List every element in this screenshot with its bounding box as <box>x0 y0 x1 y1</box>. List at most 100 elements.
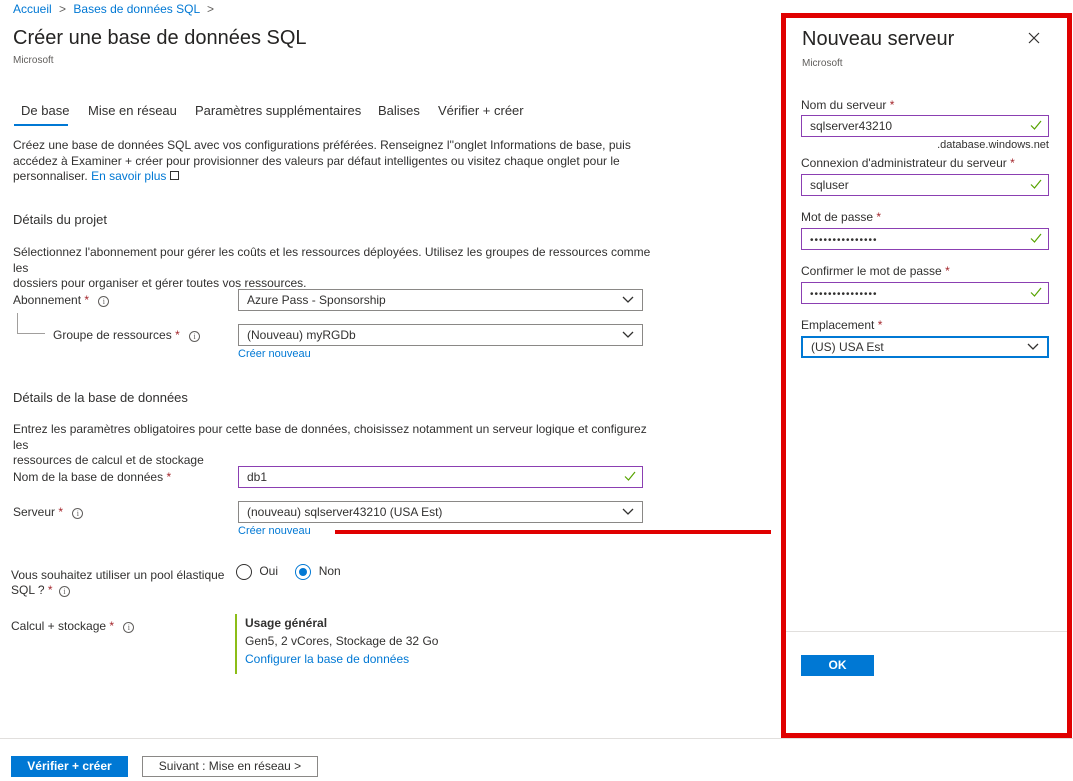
page-title: Créer une base de données SQL <box>13 27 307 49</box>
elastic-pool-radio-group: Oui Non <box>236 564 341 580</box>
info-icon[interactable]: i <box>98 296 110 307</box>
chevron-down-icon <box>1027 343 1039 350</box>
admin-login-label-text: Connexion d'administrateur du serveur <box>801 156 1007 170</box>
server-select[interactable]: (nouveau) sqlserver43210 (USA Est) <box>238 501 643 523</box>
panel-title: Nouveau serveur <box>802 28 955 50</box>
server-domain-suffix: .database.windows.net <box>937 139 1049 151</box>
tab-review-create[interactable]: Vérifier + créer <box>438 103 524 118</box>
intro-text: Créez une base de données SQL avec vos c… <box>13 138 633 185</box>
confirm-password-label-text: Confirmer le mot de passe <box>801 264 942 278</box>
location-value: (US) USA Est <box>811 340 884 354</box>
subscription-label-text: Abonnement <box>13 293 82 307</box>
subscription-label: Abonnement * i <box>13 293 110 307</box>
server-name-label-text: Nom du serveur <box>801 98 887 112</box>
review-create-button[interactable]: Vérifier + créer <box>11 756 128 777</box>
database-name-label: Nom de la base de données * <box>13 470 171 484</box>
panel-footer-divider <box>786 631 1067 632</box>
server-label-text: Serveur <box>13 505 56 519</box>
required-marker: * <box>876 210 882 224</box>
confirm-password-value: ••••••••••••••• <box>810 289 878 300</box>
intro-line-2: accédez à Examiner + créer pour provisio… <box>13 153 620 168</box>
highlight-connector-line <box>335 530 771 534</box>
breadcrumb-sql-databases[interactable]: Bases de données SQL <box>73 2 199 16</box>
confirm-password-label: Confirmer le mot de passe * <box>801 264 950 278</box>
tab-tags[interactable]: Balises <box>378 103 420 118</box>
chevron-down-icon <box>622 331 634 338</box>
compute-description: Gen5, 2 vCores, Stockage de 32 Go <box>245 634 439 648</box>
subscription-value: Azure Pass - Sponsorship <box>247 293 386 307</box>
required-marker: * <box>58 505 64 519</box>
admin-login-value: sqluser <box>810 178 849 192</box>
check-icon <box>1030 179 1042 189</box>
check-icon <box>624 471 636 481</box>
compute-summary: Usage général Gen5, 2 vCores, Stockage d… <box>235 614 438 674</box>
check-icon <box>1030 287 1042 297</box>
close-icon[interactable] <box>1028 32 1040 44</box>
database-name-input[interactable]: db1 <box>238 466 643 488</box>
server-name-input[interactable]: sqlserver43210 <box>801 115 1049 137</box>
create-resource-group-link[interactable]: Créer nouveau <box>238 348 311 360</box>
resource-group-value: (Nouveau) myRGDb <box>247 328 356 342</box>
location-select[interactable]: (US) USA Est <box>801 336 1049 358</box>
required-marker: * <box>1010 156 1015 170</box>
external-link-icon <box>169 171 179 180</box>
intro-line-3: personnaliser. <box>13 169 88 183</box>
password-label-text: Mot de passe <box>801 210 874 224</box>
required-marker: * <box>109 619 115 633</box>
next-networking-button[interactable]: Suivant : Mise en réseau > <box>142 756 318 777</box>
check-icon <box>1030 233 1042 243</box>
database-desc-line-1: Entrez les paramètres obligatoires pour … <box>13 422 647 452</box>
elastic-pool-yes-label: Oui <box>259 564 279 579</box>
elastic-pool-label: Vous souhaitez utiliser un pool élastiqu… <box>11 568 224 598</box>
tab-networking[interactable]: Mise en réseau <box>88 103 177 118</box>
breadcrumb: Accueil > Bases de données SQL > <box>13 2 214 16</box>
check-icon <box>1030 120 1042 130</box>
admin-login-input[interactable]: sqluser <box>801 174 1049 196</box>
required-marker: * <box>889 98 895 112</box>
project-details-title: Détails du projet <box>13 212 107 227</box>
password-input[interactable]: ••••••••••••••• <box>801 228 1049 250</box>
info-icon[interactable]: i <box>58 586 70 597</box>
panel-subtitle: Microsoft <box>802 58 843 69</box>
compute-storage-label-text: Calcul + stockage <box>11 619 107 633</box>
database-details-desc: Entrez les paramètres obligatoires pour … <box>13 422 653 469</box>
chevron-down-icon <box>622 296 634 303</box>
breadcrumb-separator: > <box>207 2 215 16</box>
learn-more-link[interactable]: En savoir plus <box>91 169 166 183</box>
elastic-pool-label-line-2: SQL ? <box>11 583 45 597</box>
page-subtitle: Microsoft <box>13 55 54 66</box>
create-server-link[interactable]: Créer nouveau <box>238 525 311 537</box>
admin-login-label: Connexion d'administrateur du serveur * <box>801 156 1015 170</box>
location-label-text: Emplacement <box>801 318 875 332</box>
elastic-pool-label-line-1: Vous souhaitez utiliser un pool élastiqu… <box>11 568 225 582</box>
server-name-value: sqlserver43210 <box>810 119 893 133</box>
confirm-password-input[interactable]: ••••••••••••••• <box>801 282 1049 304</box>
breadcrumb-home[interactable]: Accueil <box>13 2 52 16</box>
elastic-pool-no-radio[interactable] <box>295 564 312 580</box>
required-marker: * <box>166 470 172 484</box>
info-icon[interactable]: i <box>72 508 84 519</box>
info-icon[interactable]: i <box>189 331 201 342</box>
required-marker: * <box>175 328 180 342</box>
database-details-title: Détails de la base de données <box>13 390 188 405</box>
required-marker: * <box>84 293 90 307</box>
elastic-pool-yes-radio[interactable] <box>236 564 252 580</box>
resource-group-select[interactable]: (Nouveau) myRGDb <box>238 324 643 346</box>
required-marker: * <box>47 583 53 597</box>
ok-button[interactable]: OK <box>801 655 874 676</box>
configure-database-link[interactable]: Configurer la base de données <box>245 650 438 668</box>
resource-group-label: Groupe de ressources * i <box>53 328 201 342</box>
subscription-select[interactable]: Azure Pass - Sponsorship <box>238 289 643 311</box>
footer-divider <box>0 738 1073 739</box>
required-marker: * <box>877 318 883 332</box>
password-label: Mot de passe * <box>801 210 881 224</box>
database-name-label-text: Nom de la base de données <box>13 470 164 484</box>
tab-additional-settings[interactable]: Paramètres supplémentaires <box>195 103 361 118</box>
compute-tier: Usage général <box>245 616 328 630</box>
tree-connector <box>17 313 45 334</box>
tab-basics[interactable]: De base <box>21 103 69 118</box>
chevron-down-icon <box>622 508 634 515</box>
info-icon[interactable]: i <box>123 622 135 633</box>
project-details-desc: Sélectionnez l'abonnement pour gérer les… <box>13 245 653 292</box>
elastic-pool-no-label: Non <box>318 564 341 579</box>
